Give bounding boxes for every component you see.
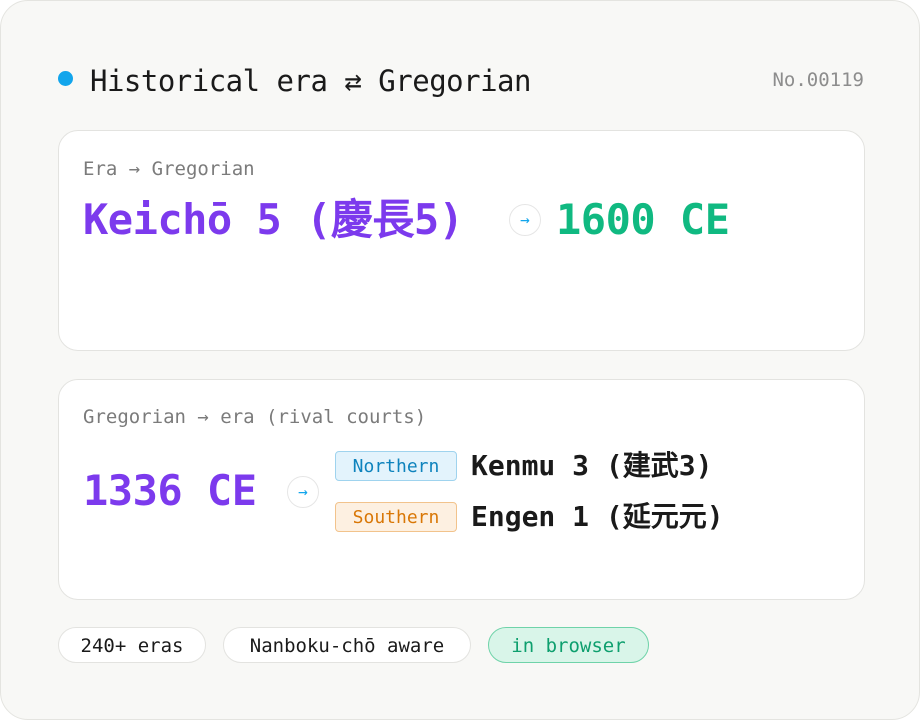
era-input-value: Keichō 5 (慶長5)	[83, 195, 464, 244]
southern-badge: Southern	[335, 502, 457, 532]
gregorian-result: 1600 CE	[556, 195, 730, 244]
card-number: No.00119	[772, 69, 864, 91]
converter-card: Historical era ⇄ Gregorian No.00119 Era …	[0, 0, 920, 720]
tag-in-browser: in browser	[488, 627, 649, 663]
southern-era: Engen 1 (延元元)	[471, 500, 724, 533]
page-title: Historical era ⇄ Gregorian	[90, 64, 531, 98]
arrow-right-icon: →	[509, 204, 541, 236]
header: Historical era ⇄ Gregorian No.00119	[58, 61, 864, 101]
tag-nanboku-cho: Nanboku-chō aware	[223, 627, 471, 663]
panel-label: Era → Gregorian	[83, 158, 255, 180]
gregorian-to-era-panel: Gregorian → era (rival courts) 1336 CE →…	[58, 379, 865, 600]
northern-era: Kenmu 3 (建武3)	[471, 449, 713, 482]
status-dot	[58, 71, 73, 86]
panel-label: Gregorian → era (rival courts)	[83, 406, 427, 428]
arrow-right-icon: →	[287, 476, 319, 508]
northern-badge: Northern	[335, 451, 457, 481]
tag-eras-count: 240+ eras	[58, 627, 206, 663]
gregorian-input-value: 1336 CE	[83, 466, 257, 515]
era-to-gregorian-panel: Era → Gregorian Keichō 5 (慶長5) → 1600 CE	[58, 130, 865, 351]
